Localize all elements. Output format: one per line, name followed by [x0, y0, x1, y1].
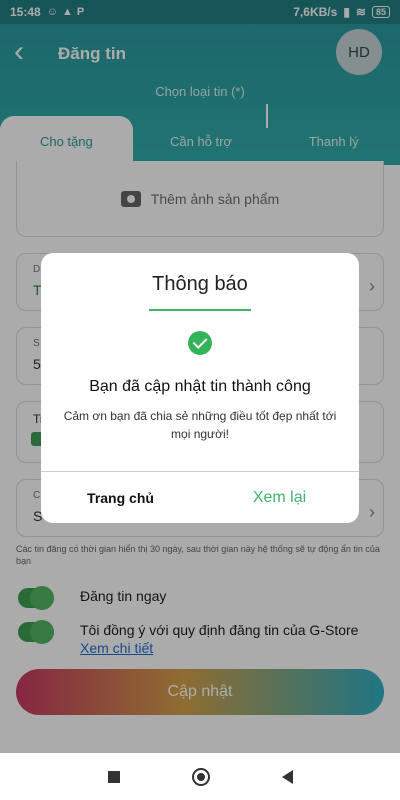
back-icon[interactable] [281, 769, 293, 784]
dialog-title: Thông báo [152, 273, 248, 295]
home-button[interactable]: Trang chủ [41, 472, 200, 523]
recent-apps-icon[interactable] [107, 770, 120, 783]
dialog-message: Cảm ơn bạn đã chia sẻ những điều tốt đẹp… [63, 409, 337, 441]
system-nav-bar [0, 753, 400, 800]
home-icon[interactable] [191, 767, 210, 786]
success-dialog: Thông báo Bạn đã cập nhật tin thành công… [41, 253, 359, 523]
dialog-heading: Bạn đã cập nhật tin thành công [89, 378, 311, 395]
review-button[interactable]: Xem lại [200, 472, 359, 523]
title-underline [149, 309, 251, 311]
check-circle-icon [188, 331, 212, 355]
